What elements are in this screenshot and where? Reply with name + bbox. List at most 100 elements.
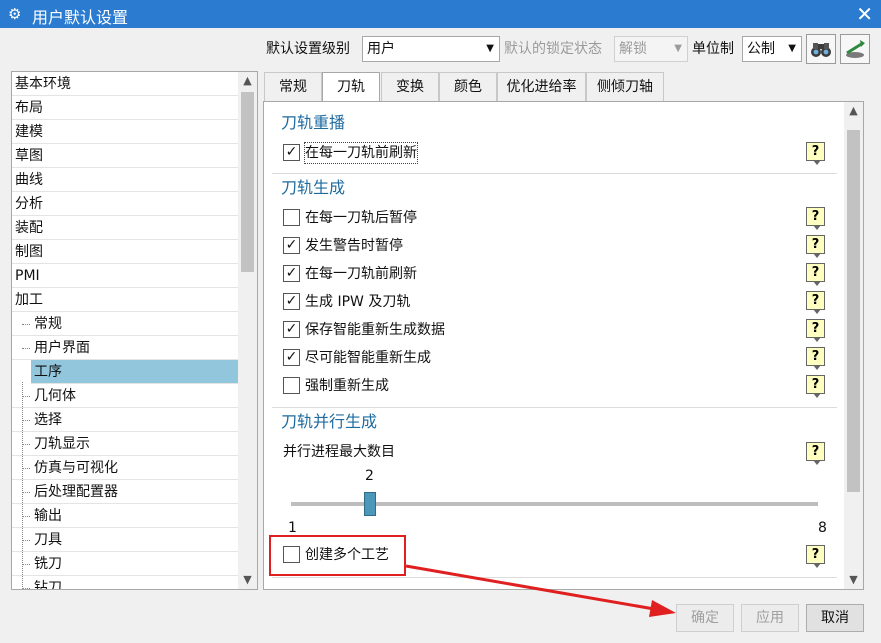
chevron-up-icon[interactable]: ▲ xyxy=(238,72,257,90)
content-scroll-thumb[interactable] xyxy=(847,130,860,492)
settings-tree[interactable]: 基本环境 布局建模草图曲线分析装配制图 PMI 加工常规用户界面工序几何体选择刀轨显示… xyxy=(11,71,258,590)
tree-item[interactable]: 输出 xyxy=(12,504,238,528)
tree-item[interactable]: 制图 xyxy=(12,240,238,264)
checkbox[interactable] xyxy=(283,377,300,394)
tree-item-label: PMI xyxy=(15,268,40,284)
tab-tilt-axis[interactable]: 侧倾刀轴 xyxy=(586,72,664,102)
tab-general[interactable]: 常规 xyxy=(264,72,322,102)
tree-scrollbar[interactable]: ▲ ▼ xyxy=(238,72,257,589)
tree-item-label: 常规 xyxy=(34,316,62,332)
level-select[interactable]: 用户 ▼ xyxy=(362,36,500,62)
tree-item[interactable]: 加工 xyxy=(12,288,238,312)
tree-connector xyxy=(22,516,30,517)
help-icon[interactable]: ? xyxy=(806,235,825,258)
checkbox-label: 发生警告时暂停 xyxy=(305,238,403,254)
tree-scroll-thumb[interactable] xyxy=(241,92,254,272)
tab-color[interactable]: 颜色 xyxy=(439,72,497,102)
content-scrollbar[interactable]: ▲ ▼ xyxy=(844,102,863,589)
tree-item[interactable]: 钻刀 xyxy=(12,576,238,590)
tree-item[interactable]: 曲线 xyxy=(12,168,238,192)
lock-state-select[interactable]: 解锁 ▼ xyxy=(614,36,688,62)
tree-item[interactable]: 刀轨显示 xyxy=(12,432,238,456)
import-settings-icon xyxy=(846,40,865,58)
cancel-button[interactable]: 取消 xyxy=(806,604,864,632)
checkbox[interactable] xyxy=(283,209,300,226)
import-button[interactable] xyxy=(840,34,870,64)
tree-item[interactable]: 基本环境 xyxy=(12,72,238,96)
tree-item[interactable]: 铣刀 xyxy=(12,552,238,576)
checkbox-label: 尽可能智能重新生成 xyxy=(305,350,431,366)
checkbox-label: 在每一刀轨前刷新 xyxy=(304,142,418,164)
lock-state-value: 解锁 xyxy=(619,41,647,57)
help-icon[interactable]: ? xyxy=(806,319,825,342)
tree-item[interactable]: 建模 xyxy=(12,120,238,144)
tab-feedrate[interactable]: 优化进给率 xyxy=(497,72,586,102)
tree-item-label: 几何体 xyxy=(34,388,76,404)
checkbox[interactable]: ✓ xyxy=(283,321,300,338)
tree-item-label: 刀轨显示 xyxy=(34,436,90,452)
tree-item[interactable]: 工序 xyxy=(31,360,238,384)
checkbox[interactable]: ✓ xyxy=(283,293,300,310)
help-icon[interactable]: ? xyxy=(806,263,825,286)
checkbox-label: 生成 IPW 及刀轨 xyxy=(305,294,411,310)
tree-item[interactable]: PMI xyxy=(12,264,238,288)
tree-item-label: 工序 xyxy=(34,364,62,380)
tree-item-label: 装配 xyxy=(15,220,43,236)
tree-item[interactable]: 几何体 xyxy=(12,384,238,408)
chevron-down-icon[interactable]: ▼ xyxy=(844,571,863,589)
help-icon[interactable]: ? xyxy=(806,375,825,398)
help-icon[interactable]: ? xyxy=(806,347,825,370)
tree-item-label: 后处理配置器 xyxy=(34,484,118,500)
max-processes-label: 并行进程最大数目 xyxy=(283,444,395,460)
tree-item-label: 用户界面 xyxy=(34,340,90,356)
tree-item[interactable]: 用户界面 xyxy=(12,336,238,360)
tree-item[interactable]: 草图 xyxy=(12,144,238,168)
tree-item[interactable]: 选择 xyxy=(12,408,238,432)
tree-item[interactable]: 仿真与可视化 xyxy=(12,456,238,480)
help-icon[interactable]: ? xyxy=(806,142,825,165)
checkbox[interactable]: ✓ xyxy=(283,265,300,282)
help-icon[interactable]: ? xyxy=(806,207,825,230)
tree-item[interactable]: 常规 xyxy=(12,312,238,336)
highlight-box xyxy=(269,535,406,576)
chevron-up-icon[interactable]: ▲ xyxy=(844,102,863,120)
tree-item-label: 曲线 xyxy=(15,172,43,188)
checkbox-label: 在每一刀轨前刷新 xyxy=(305,266,417,282)
help-icon[interactable]: ? xyxy=(806,291,825,314)
unit-select[interactable]: 公制 ▼ xyxy=(742,36,802,62)
checkbox[interactable]: ✓ xyxy=(283,144,300,161)
help-icon[interactable]: ? xyxy=(806,545,825,568)
chevron-down-icon[interactable]: ▼ xyxy=(238,571,257,589)
tree-item-label: 铣刀 xyxy=(34,556,62,572)
tree-item-label: 输出 xyxy=(34,508,62,524)
help-icon[interactable]: ? xyxy=(806,442,825,465)
title-bar: ⚙ 用户默认设置 ✕ xyxy=(0,0,881,28)
find-button[interactable] xyxy=(806,34,836,64)
tree-item-label: 钻刀 xyxy=(34,580,62,590)
tree-connector xyxy=(22,444,30,445)
divider xyxy=(272,407,837,408)
checkbox[interactable]: ✓ xyxy=(283,349,300,366)
tab-toolpath[interactable]: 刀轨 xyxy=(322,72,380,103)
window-title: 用户默认设置 xyxy=(32,8,129,27)
tree-connector xyxy=(22,564,30,565)
tree-item[interactable]: 分析 xyxy=(12,192,238,216)
tree-connector xyxy=(22,588,30,589)
tab-transform[interactable]: 变换 xyxy=(381,72,439,102)
max-processes-slider-thumb[interactable] xyxy=(364,492,376,516)
close-icon[interactable]: ✕ xyxy=(856,2,873,26)
tree-connector xyxy=(22,324,30,325)
tree-item[interactable]: 装配 xyxy=(12,216,238,240)
checkbox-label: 保存智能重新生成数据 xyxy=(305,322,445,338)
tree-item-label: 加工 xyxy=(15,292,43,308)
tree-connector xyxy=(22,468,30,469)
checkbox[interactable]: ✓ xyxy=(283,237,300,254)
tree-item[interactable]: 刀具 xyxy=(12,528,238,552)
ok-button[interactable]: 确定 xyxy=(676,604,734,632)
tree-connector xyxy=(22,348,30,349)
apply-button[interactable]: 应用 xyxy=(741,604,799,632)
tree-item[interactable]: 布局 xyxy=(12,96,238,120)
tree-item[interactable]: 后处理配置器 xyxy=(12,480,238,504)
tree-item-label: 建模 xyxy=(15,124,43,140)
chevron-down-icon: ▼ xyxy=(788,43,796,54)
